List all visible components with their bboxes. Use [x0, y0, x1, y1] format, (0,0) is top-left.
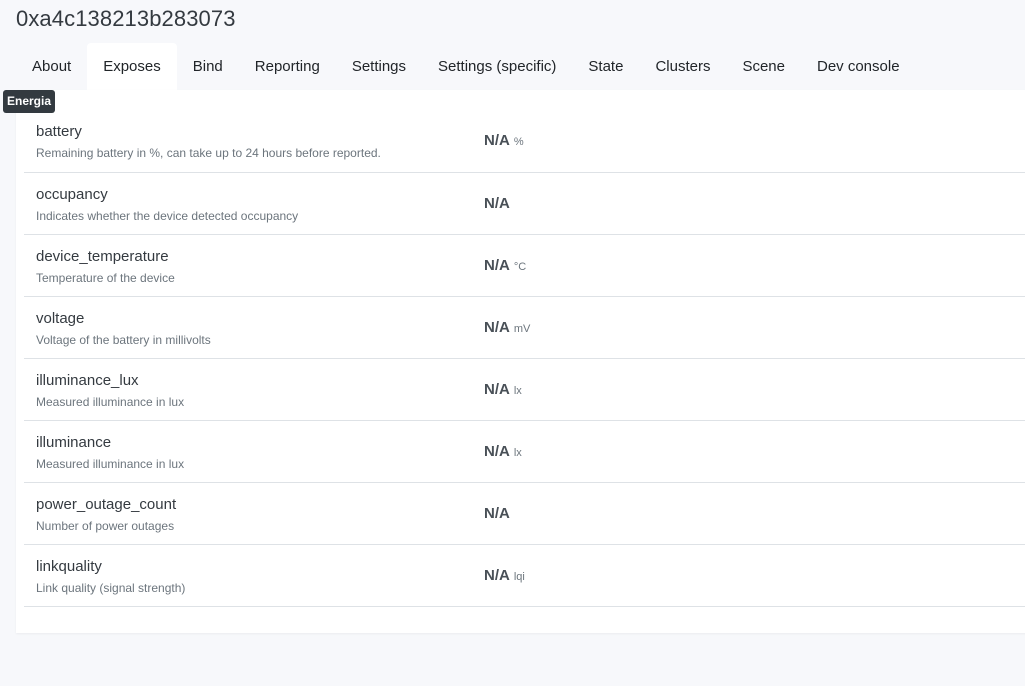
tab-clusters[interactable]: Clusters	[639, 43, 726, 90]
expose-value: N/A	[484, 505, 514, 522]
expose-unit: lx	[513, 447, 522, 459]
expose-row-occupancy: occupancy Indicates whether the device d…	[24, 173, 1025, 235]
expose-value-text: N/A	[484, 443, 510, 460]
expose-unit: lqi	[513, 571, 525, 583]
expose-name: power_outage_count	[36, 496, 177, 513]
expose-name: device_temperature	[36, 248, 169, 265]
expose-description: Temperature of the device	[36, 271, 175, 285]
expose-description: Number of power outages	[36, 519, 175, 533]
tab-state[interactable]: State	[572, 43, 639, 90]
expose-value: N/A mV	[484, 319, 530, 336]
expose-name: battery	[36, 123, 82, 140]
tab-about[interactable]: About	[16, 43, 87, 90]
expose-row-linkquality: linkquality Link quality (signal strengt…	[24, 545, 1025, 607]
expose-value: N/A lx	[484, 443, 522, 460]
exposes-card: battery Remaining battery in %, can take…	[16, 90, 1025, 633]
tab-settings-specific[interactable]: Settings (specific)	[422, 43, 572, 90]
expose-unit: %	[513, 136, 524, 148]
device-title: 0xa4c138213b283073	[16, 6, 236, 31]
expose-description: Remaining battery in %, can take up to 2…	[36, 146, 381, 160]
device-tabs: About Exposes Bind Reporting Settings Se…	[16, 43, 1025, 90]
expose-value: N/A °C	[484, 257, 526, 274]
tab-scene[interactable]: Scene	[726, 43, 801, 90]
expose-name: illuminance	[36, 434, 112, 451]
expose-value: N/A %	[484, 132, 524, 149]
expose-row-power-outage-count: power_outage_count Number of power outag…	[24, 483, 1025, 545]
tooltip: Energia	[3, 90, 56, 113]
expose-value-text: N/A	[484, 257, 510, 274]
expose-description: Indicates whether the device detected oc…	[36, 209, 299, 223]
expose-row-battery: battery Remaining battery in %, can take…	[24, 110, 1025, 173]
expose-value-text: N/A	[484, 319, 510, 336]
expose-name: voltage	[36, 310, 85, 327]
expose-unit: lx	[513, 385, 522, 397]
expose-value-text: N/A	[484, 567, 510, 584]
expose-row-illuminance-lux: illuminance_lux Measured illuminance in …	[24, 359, 1025, 421]
expose-name: linkquality	[36, 558, 102, 575]
expose-name: illuminance_lux	[36, 372, 139, 389]
expose-value-text: N/A	[484, 505, 510, 522]
expose-unit: mV	[513, 323, 531, 335]
expose-value-text: N/A	[484, 132, 510, 149]
exposes-list: battery Remaining battery in %, can take…	[24, 110, 1025, 607]
expose-name: occupancy	[36, 186, 108, 203]
expose-description: Link quality (signal strength)	[36, 581, 186, 595]
expose-value-text: N/A	[484, 381, 510, 398]
expose-description: Voltage of the battery in millivolts	[36, 333, 211, 347]
tab-dev-console[interactable]: Dev console	[801, 43, 916, 90]
expose-value: N/A lx	[484, 381, 522, 398]
tab-bind[interactable]: Bind	[177, 43, 239, 90]
expose-row-device-temperature: device_temperature Temperature of the de…	[24, 235, 1025, 297]
expose-unit: °C	[513, 261, 527, 273]
expose-row-illuminance: illuminance Measured illuminance in lux …	[24, 421, 1025, 483]
expose-description: Measured illuminance in lux	[36, 395, 185, 409]
expose-row-voltage: voltage Voltage of the battery in milliv…	[24, 297, 1025, 359]
expose-value: N/A	[484, 195, 514, 212]
expose-description: Measured illuminance in lux	[36, 457, 185, 471]
tab-settings[interactable]: Settings	[336, 43, 422, 90]
tab-exposes[interactable]: Exposes	[87, 43, 177, 90]
expose-value-text: N/A	[484, 195, 510, 212]
expose-value: N/A lqi	[484, 567, 525, 584]
tab-reporting[interactable]: Reporting	[239, 43, 336, 90]
